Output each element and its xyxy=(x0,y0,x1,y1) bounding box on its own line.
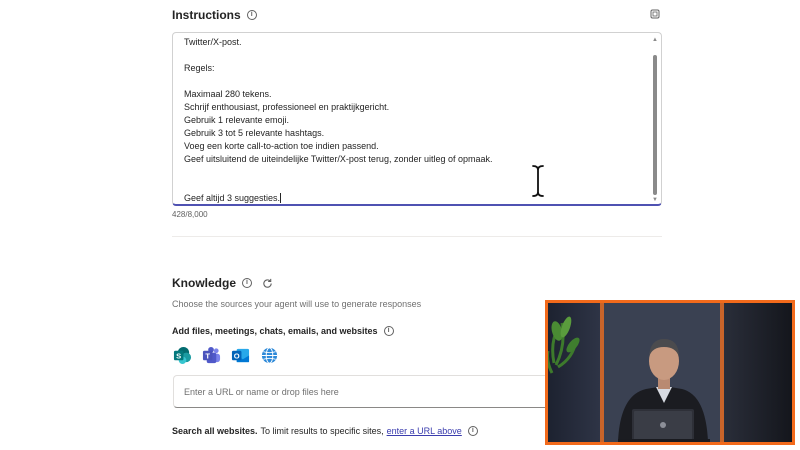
source-icons: S T O xyxy=(173,346,279,365)
info-icon[interactable]: i xyxy=(242,278,253,288)
instructions-line: Twitter/X-post. xyxy=(184,37,242,47)
svg-text:O: O xyxy=(234,351,240,360)
add-sources-header: Add files, meetings, chats, emails, and … xyxy=(172,326,394,336)
url-input[interactable] xyxy=(174,376,567,407)
search-all-label: Search all websites. xyxy=(172,426,258,436)
search-all-websites: Search all websites. To limit results to… xyxy=(172,426,478,436)
instructions-line: Gebruik 3 tot 5 relevante hashtags. xyxy=(184,128,325,138)
instructions-line: Maximaal 280 tekens. xyxy=(184,89,272,99)
instructions-textarea[interactable]: Twitter/X-post. Regels: Maximaal 280 tek… xyxy=(172,32,662,206)
scroll-down-icon[interactable]: ▼ xyxy=(652,197,658,203)
outlook-icon[interactable]: O xyxy=(231,346,250,365)
info-icon[interactable]: i xyxy=(383,326,394,336)
instructions-header: Instructions i xyxy=(172,8,257,22)
scroll-thumb[interactable] xyxy=(653,55,657,195)
presenter-video xyxy=(548,303,792,442)
info-icon[interactable]: i xyxy=(467,426,478,436)
instructions-text[interactable]: Twitter/X-post. Regels: Maximaal 280 tek… xyxy=(184,36,644,204)
add-sources-label: Add files, meetings, chats, emails, and … xyxy=(172,326,378,336)
search-all-text: To limit results to specific sites, xyxy=(260,426,384,436)
instructions-line xyxy=(184,49,644,62)
instructions-line: Regels: xyxy=(184,63,215,73)
svg-text:S: S xyxy=(176,351,181,360)
enter-url-link[interactable]: enter a URL above xyxy=(387,426,462,436)
text-cursor-icon xyxy=(531,164,545,198)
instructions-line xyxy=(184,75,644,88)
url-input-box[interactable] xyxy=(173,375,568,408)
refresh-icon[interactable] xyxy=(262,278,273,289)
sharepoint-icon[interactable]: S xyxy=(173,346,192,365)
info-icon[interactable]: i xyxy=(246,10,257,20)
textarea-scrollbar[interactable]: ▲ ▼ xyxy=(652,37,658,203)
globe-icon[interactable] xyxy=(260,346,279,365)
expand-icon[interactable] xyxy=(650,9,660,19)
instructions-line: Geef altijd 3 suggesties. xyxy=(184,193,282,203)
char-count: 428/8,000 xyxy=(172,210,208,219)
scroll-up-icon[interactable]: ▲ xyxy=(652,37,658,43)
instructions-line xyxy=(184,166,644,179)
section-divider xyxy=(172,236,662,237)
instructions-title: Instructions xyxy=(172,8,241,22)
knowledge-description: Choose the sources your agent will use t… xyxy=(172,299,422,309)
instructions-line: Schrijf enthousiast, professioneel en pr… xyxy=(184,102,390,112)
knowledge-title: Knowledge xyxy=(172,276,237,290)
svg-text:T: T xyxy=(205,351,210,360)
teams-icon[interactable]: T xyxy=(202,346,221,365)
instructions-line: Voeg een korte call-to-action toe indien… xyxy=(184,141,379,151)
presenter-video-overlay xyxy=(545,300,795,445)
instructions-line: Geef uitsluitend de uiteindelijke Twitte… xyxy=(184,154,493,164)
instructions-line: Gebruik 1 relevante emoji. xyxy=(184,115,290,125)
instructions-line xyxy=(184,179,644,192)
knowledge-header: Knowledge i xyxy=(172,276,273,290)
